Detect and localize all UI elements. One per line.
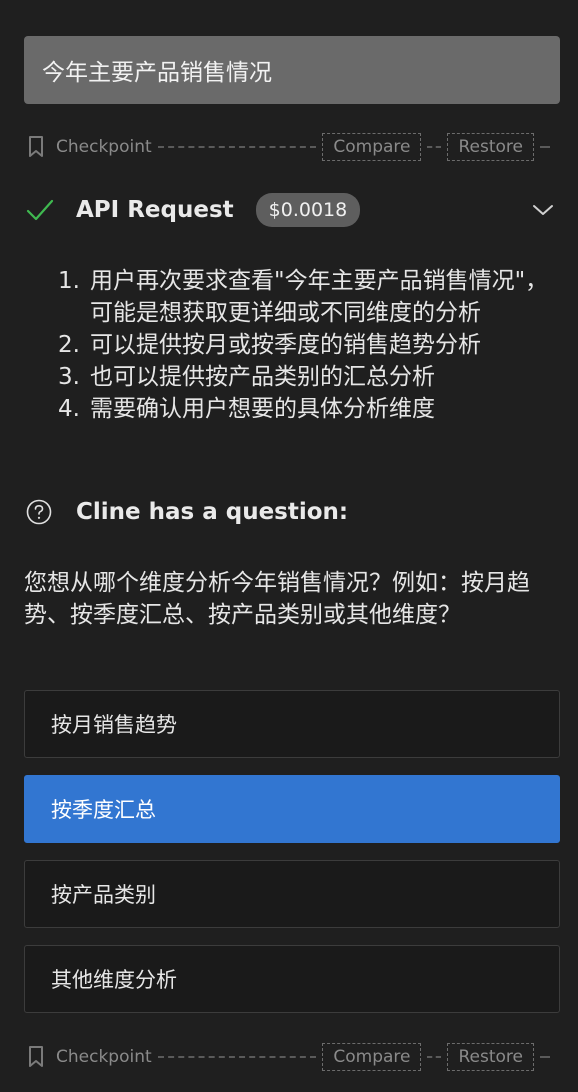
option-button[interactable]: 按产品类别 bbox=[24, 860, 560, 928]
list-item: 3. 也可以提供按产品类别的汇总分析 bbox=[58, 361, 558, 393]
user-message-text: 今年主要产品销售情况 bbox=[42, 60, 272, 86]
checkpoint-divider bbox=[540, 146, 550, 148]
list-item-number: 1. bbox=[58, 268, 80, 294]
checkpoint-divider bbox=[540, 1056, 550, 1058]
option-button[interactable]: 其他维度分析 bbox=[24, 945, 560, 1013]
checkpoint-row: Checkpoint Compare Restore bbox=[26, 132, 556, 162]
list-item: 2. 可以提供按月或按季度的销售趋势分析 bbox=[58, 329, 558, 361]
list-item-text: 用户再次要求查看"今年主要产品销售情况"，可能是想获取更详细或不同维度的分析 bbox=[90, 268, 549, 326]
list-item-number: 4. bbox=[58, 396, 80, 422]
list-item: 4. 需要确认用户想要的具体分析维度 bbox=[58, 393, 558, 425]
api-request-title: API Request bbox=[76, 197, 234, 223]
restore-button[interactable]: Restore bbox=[447, 133, 534, 161]
bookmark-icon bbox=[29, 136, 43, 157]
list-item: 1. 用户再次要求查看"今年主要产品销售情况"，可能是想获取更详细或不同维度的分… bbox=[58, 265, 558, 329]
checkpoint-row: Checkpoint Compare Restore bbox=[26, 1042, 556, 1072]
restore-button[interactable]: Restore bbox=[447, 1043, 534, 1071]
option-label: 按月销售趋势 bbox=[51, 713, 177, 737]
question-text: 您想从哪个维度分析今年销售情况？例如：按月趋势、按季度汇总、按产品类别或其他维度… bbox=[24, 570, 530, 628]
chevron-down-icon[interactable] bbox=[532, 203, 554, 217]
option-label: 按季度汇总 bbox=[51, 798, 156, 822]
option-button-selected[interactable]: 按季度汇总 bbox=[24, 775, 560, 843]
option-label: 其他维度分析 bbox=[51, 968, 177, 992]
api-request-header[interactable]: API Request $0.0018 bbox=[26, 190, 560, 230]
list-item-number: 2. bbox=[58, 332, 80, 358]
reasoning-list: 1. 用户再次要求查看"今年主要产品销售情况"，可能是想获取更详细或不同维度的分… bbox=[58, 265, 558, 425]
checkpoint-label: Checkpoint bbox=[56, 137, 152, 157]
checkpoint-label: Checkpoint bbox=[56, 1047, 152, 1067]
bookmark-icon bbox=[29, 1046, 43, 1067]
list-item-text: 需要确认用户想要的具体分析维度 bbox=[90, 396, 435, 422]
compare-button[interactable]: Compare bbox=[322, 1043, 422, 1071]
question-circle-icon bbox=[26, 499, 52, 525]
list-item-text: 可以提供按月或按季度的销售趋势分析 bbox=[90, 332, 481, 358]
user-message: 今年主要产品销售情况 bbox=[24, 36, 560, 104]
checkpoint-divider bbox=[157, 146, 317, 148]
checkpoint-divider bbox=[427, 1056, 442, 1058]
question-header: Cline has a question: bbox=[26, 495, 348, 529]
list-item-text: 也可以提供按产品类别的汇总分析 bbox=[90, 364, 435, 390]
checkpoint-divider bbox=[427, 146, 442, 148]
compare-button[interactable]: Compare bbox=[322, 133, 422, 161]
checkpoint-divider bbox=[157, 1056, 317, 1058]
cost-badge: $0.0018 bbox=[255, 193, 361, 227]
question-title: Cline has a question: bbox=[76, 499, 349, 525]
list-item-number: 3. bbox=[58, 364, 80, 390]
check-icon bbox=[26, 199, 54, 221]
option-button[interactable]: 按月销售趋势 bbox=[24, 690, 560, 758]
option-label: 按产品类别 bbox=[51, 883, 156, 907]
